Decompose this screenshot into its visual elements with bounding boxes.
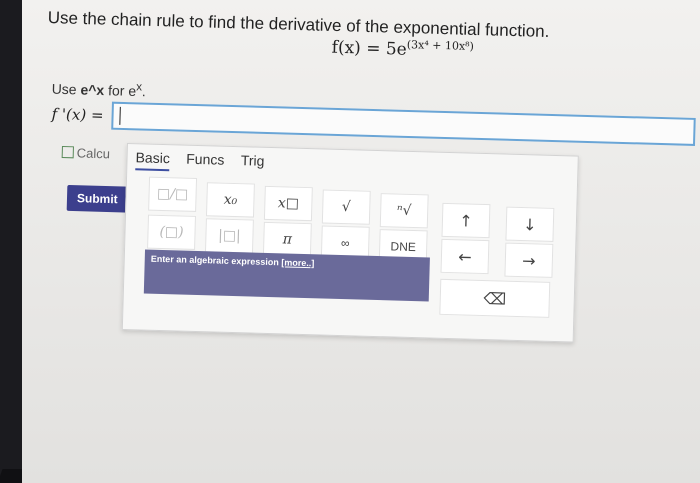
expression-hint-bar: Enter an algebraic expression [more..] (143, 249, 430, 302)
calculator-toggle[interactable]: Calcu (61, 145, 111, 162)
text-caret (119, 106, 122, 125)
nth-root-key[interactable]: ⁿ√ (379, 193, 429, 229)
formula-base: f(x) = 5e (331, 37, 408, 60)
superscript-key[interactable]: x□ (263, 185, 313, 222)
arrow-left-key[interactable]: ← (440, 238, 490, 275)
more-link[interactable]: [more..] (281, 257, 314, 268)
screen-bezel (0, 0, 22, 483)
hint-bold: e^x (80, 81, 105, 99)
hint-prefix: Use (51, 80, 81, 98)
tab-basic[interactable]: Basic (135, 149, 171, 172)
hint-suffix: for e (104, 82, 137, 100)
backspace-key[interactable]: ⌫ (439, 278, 551, 318)
tab-funcs[interactable]: Funcs (186, 151, 225, 171)
answer-label: f '(x) = (51, 104, 104, 125)
expression-hint: Enter an algebraic expression (150, 253, 279, 268)
arrow-down-key[interactable]: ↓ (505, 206, 555, 242)
sqrt-key[interactable]: √ (321, 189, 371, 225)
fraction-key[interactable]: □/□ (148, 176, 198, 212)
webwork-page: Use the chain rule to find the derivativ… (22, 0, 700, 483)
math-keypad: Basic Funcs Trig □/□ x₀ x□ √ ⁿ√ ↑ ↓ (□) … (121, 143, 579, 343)
calculator-label: Calcu (76, 145, 111, 162)
function-formula: f(x) = 5e(3x⁴ + 10x⁸) (331, 36, 474, 62)
keypad-tabs: Basic Funcs Trig (135, 149, 276, 174)
hint-text: Use e^x for ex. (51, 78, 146, 99)
arrow-up-key[interactable]: ↑ (441, 202, 491, 239)
calculator-checkbox-icon[interactable] (61, 145, 74, 159)
tab-trig[interactable]: Trig (241, 152, 265, 172)
arrow-right-key[interactable]: → (504, 242, 554, 278)
subscript-key[interactable]: x₀ (205, 182, 255, 218)
parentheses-key[interactable]: (□) (147, 214, 196, 250)
hint-end: . (141, 83, 147, 100)
absolute-value-key[interactable]: |□| (204, 218, 254, 254)
answer-input[interactable] (111, 101, 697, 146)
pi-key[interactable]: π (262, 221, 312, 258)
formula-exponent: (3x⁴ + 10x⁸) (406, 38, 475, 53)
answer-row: f '(x) = (51, 100, 697, 146)
